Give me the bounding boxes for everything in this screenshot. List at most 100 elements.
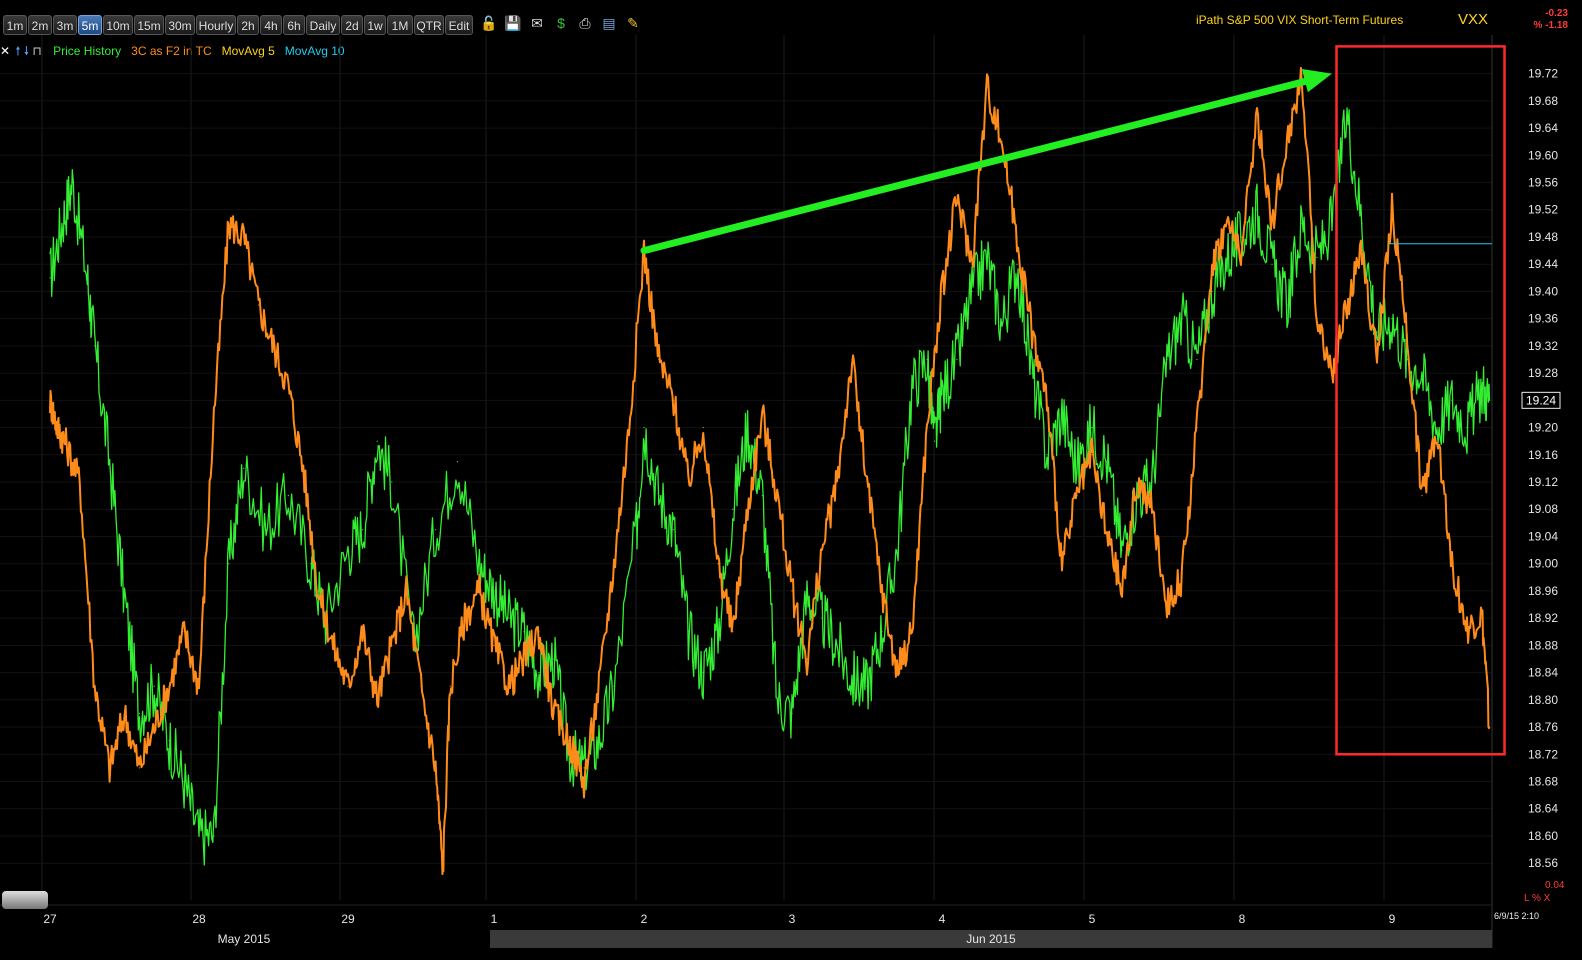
data-point [1061, 563, 1063, 565]
data-point [911, 631, 913, 633]
data-point [635, 529, 638, 531]
data-point [478, 563, 480, 565]
data-point [791, 590, 793, 592]
data-point [456, 460, 459, 463]
data-point [272, 345, 275, 347]
price-chart[interactable]: 19.72 19.68 19.64 19.60 19.56 19.52 19.48 19.44… [0, 0, 1582, 960]
lower-pane-tag: L % X [1524, 893, 1551, 904]
series-line-3c [49, 66, 1491, 876]
y-tick-label: 18.88 [1528, 638, 1558, 652]
data-point [1001, 141, 1003, 143]
data-point [1106, 460, 1108, 463]
data-point [243, 467, 245, 470]
data-point [258, 304, 260, 306]
data-point [986, 86, 988, 88]
data-point [1391, 209, 1393, 211]
data-point [1091, 426, 1093, 429]
x-tick-label: 2 [641, 912, 648, 926]
data-point [1346, 304, 1348, 306]
data-point [1031, 331, 1033, 333]
data-point [287, 386, 289, 388]
y-tick-label: 19.68 [1528, 94, 1558, 108]
data-point [747, 426, 749, 429]
y-tick-label: 19.12 [1528, 475, 1558, 489]
data-point [881, 590, 883, 592]
data-point [94, 685, 96, 687]
divergence-arrow-head [1301, 68, 1332, 93]
data-point [747, 508, 749, 510]
data-point [302, 467, 304, 470]
data-point [310, 563, 312, 565]
data-point [1286, 141, 1288, 143]
data-point [376, 440, 378, 442]
y-tick-label: 19.64 [1528, 121, 1558, 135]
data-point [523, 631, 525, 633]
data-point [508, 617, 510, 619]
data-point [49, 399, 51, 401]
data-point [138, 767, 140, 769]
data-point [64, 440, 66, 442]
y-tick-label: 18.72 [1528, 747, 1558, 761]
data-point [926, 358, 928, 361]
lower-pane-value: 0.04 [1545, 880, 1565, 891]
data-point [442, 869, 444, 871]
data-point [1241, 249, 1243, 252]
data-point [449, 685, 451, 687]
data-point [1181, 318, 1183, 320]
data-point [538, 672, 540, 674]
data-point [761, 495, 764, 497]
x-tick-label: 8 [1239, 912, 1246, 926]
data-point [658, 495, 660, 497]
data-point [673, 529, 675, 531]
data-point [896, 672, 898, 674]
data-point [926, 426, 928, 429]
data-point [478, 590, 480, 592]
data-point [956, 358, 958, 361]
data-point [228, 222, 230, 224]
data-point [1436, 426, 1438, 429]
data-point [1286, 304, 1288, 306]
data-point [1046, 454, 1048, 456]
y-tick-label: 19.60 [1528, 148, 1558, 162]
data-point [183, 780, 185, 783]
y-tick-label: 19.32 [1528, 339, 1558, 353]
data-point [493, 644, 495, 646]
data-point [435, 767, 437, 769]
data-point [1091, 454, 1093, 456]
data-point [1121, 549, 1123, 551]
data-point [806, 597, 808, 599]
data-point [391, 644, 393, 646]
data-point [49, 277, 51, 279]
data-point [1376, 358, 1378, 361]
y-tick-label: 19.40 [1528, 284, 1558, 298]
data-point [911, 386, 913, 388]
month-label: Jun 2015 [966, 932, 1016, 946]
data-point [243, 236, 245, 238]
y-tick-label: 18.80 [1528, 693, 1558, 707]
data-point [153, 685, 155, 687]
data-point [228, 563, 230, 565]
chart-scroll-handle[interactable] [2, 891, 48, 909]
data-point [776, 495, 778, 497]
data-point [123, 712, 126, 715]
data-point [866, 685, 868, 687]
data-point [523, 658, 525, 660]
data-point [971, 290, 973, 293]
y-tick-label: 19.16 [1528, 448, 1558, 462]
data-point [109, 460, 111, 463]
data-point [1106, 535, 1108, 538]
y-tick-label: 18.96 [1528, 584, 1558, 598]
y-tick-label: 18.92 [1528, 611, 1558, 625]
data-point [213, 413, 215, 415]
data-point [1076, 495, 1078, 497]
y-tick-label: 18.64 [1528, 802, 1558, 816]
data-point [213, 835, 215, 837]
data-point [851, 678, 853, 681]
data-point [583, 780, 585, 783]
y-tick-label: 19.56 [1528, 176, 1558, 190]
data-point [1166, 603, 1168, 606]
y-tick-label: 18.84 [1528, 666, 1558, 680]
data-point [391, 481, 393, 483]
x-tick-label: 1 [491, 912, 498, 926]
data-point [643, 426, 645, 429]
